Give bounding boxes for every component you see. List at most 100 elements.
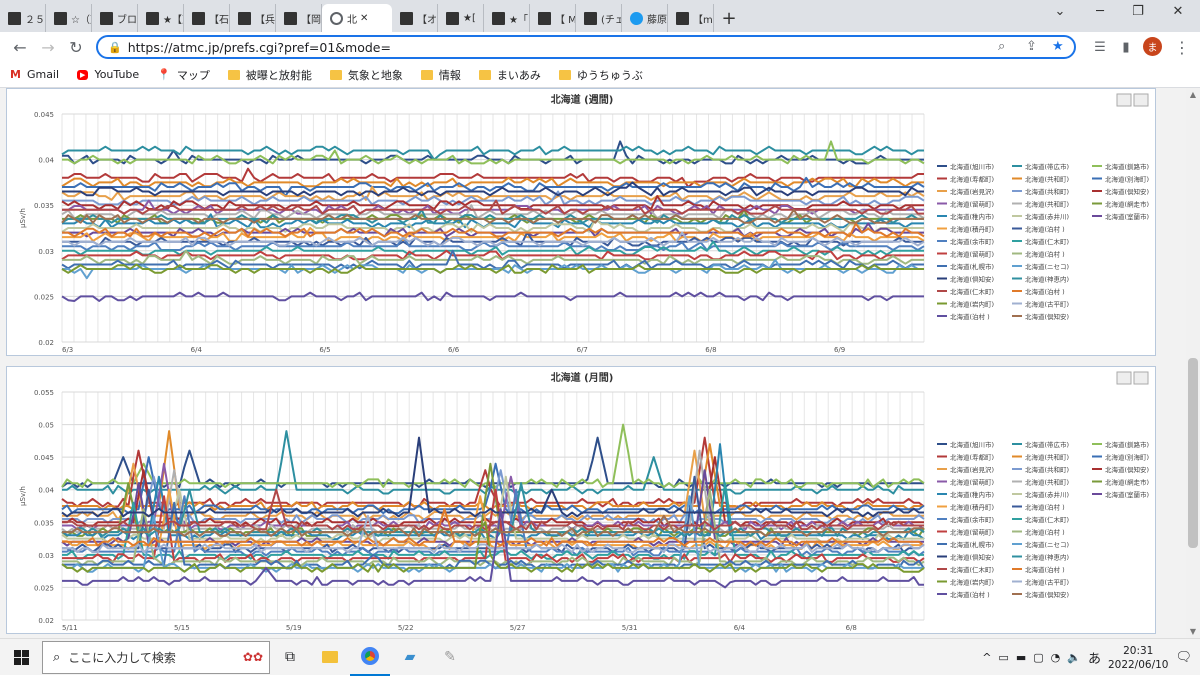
chart-title: 北海道 (週間) (551, 93, 614, 106)
browser-tab[interactable]: 【石川 (184, 4, 230, 32)
x-tick-label: 6/5 (319, 346, 330, 354)
tab-strip: ２５時☆（万 ブログ★【東【石川【兵庫【岡訪北✕【オ★[★「ス【 M(チェ藤原 【m… (0, 0, 1200, 32)
tab-search-icon[interactable]: ⌄ (1040, 4, 1080, 19)
side-panel-icon[interactable]: ▮ (1112, 40, 1140, 55)
legend-item: 北海道(釧路市) (1105, 162, 1149, 171)
browser-tab[interactable]: 【 M (530, 4, 576, 32)
y-tick-label: 0.025 (34, 293, 54, 301)
scroll-up-arrow[interactable]: ▲ (1186, 90, 1200, 99)
browser-tab[interactable]: 【mR (668, 4, 714, 32)
file-explorer-icon[interactable] (310, 639, 350, 676)
close-window-button[interactable]: ✕ (1158, 4, 1198, 19)
browser-tab[interactable]: ★【東 (138, 4, 184, 32)
show-hidden-icons-icon[interactable]: ^ (982, 651, 991, 664)
y-tick-label: 0.04 (38, 487, 54, 495)
task-view-icon[interactable]: ⧉ (270, 639, 310, 676)
reload-button[interactable]: ↻ (62, 38, 90, 57)
x-tick-label: 5/15 (174, 624, 190, 632)
minimize-button[interactable]: ─ (1080, 4, 1120, 19)
globe-icon (330, 11, 343, 25)
bookmark-label: ゆうちゅうぶ (576, 68, 643, 82)
browser-tab[interactable]: 【岡訪 (276, 4, 322, 32)
legend-item: 北海道(帯広市) (1025, 440, 1069, 449)
folder-icon (227, 69, 240, 80)
system-tray: ^ ▭ ▬ ▢ ◔ 🔈 あ 20:31 2022/06/10 🗨 (982, 639, 1192, 676)
browser-tab[interactable]: ブログ (92, 4, 138, 32)
bookmark-item[interactable]: ゆうちゅうぶ (558, 67, 643, 83)
browser-tab[interactable]: ★[ (438, 4, 484, 32)
reading-list-icon[interactable]: ☰ (1086, 40, 1114, 55)
address-bar[interactable]: 🔒 https://atmc.jp/prefs.cgi?pref=01&mode… (96, 35, 1076, 59)
legend-item: 北海道(稚内市) (950, 212, 994, 221)
browser-tab[interactable]: 藤原 (622, 4, 668, 32)
print-button (1116, 371, 1132, 385)
page-content: 北海道 (週間) 0.045 0.04 0.035 0.03 0.025 0.02 6/3 6/… (0, 88, 1186, 638)
browser-tab[interactable]: 北 ✕ (322, 4, 392, 32)
volume-icon[interactable]: 🔈 (1067, 651, 1081, 664)
legend-item: 北海道(余市町) (950, 237, 994, 246)
network-icon[interactable]: ▭ (998, 651, 1008, 664)
profile-avatar[interactable]: ま (1143, 37, 1162, 56)
download-button (1133, 371, 1149, 385)
legend-item: 北海道(余市町) (950, 515, 994, 524)
y-axis-label: µSv/h (19, 208, 27, 228)
tab-title: 【mR (693, 14, 713, 26)
ime-indicator[interactable]: あ (1088, 648, 1101, 667)
forward-button[interactable]: → (34, 38, 62, 57)
bookmark-item[interactable]: ▶ YouTube (77, 68, 139, 81)
browser-tab[interactable]: ☆（万 (46, 4, 92, 32)
zoom-icon[interactable]: ⌕ (998, 39, 1005, 54)
bookmark-item[interactable]: 情報 (420, 67, 461, 83)
site-favicon-icon (8, 11, 21, 25)
bookmark-item[interactable]: M Gmail (10, 68, 59, 81)
legend-item: 北海道(札幌市) (950, 540, 994, 549)
back-button[interactable]: ← (6, 38, 34, 57)
notification-icon[interactable]: 🗨 (1175, 650, 1192, 665)
legend-item: 北海道(網走市) (1105, 200, 1149, 209)
legend-item: 北海道(ニセコ) (1025, 262, 1069, 271)
tab-close-icon[interactable]: ✕ (360, 13, 368, 24)
clock[interactable]: 20:31 2022/06/10 (1108, 644, 1169, 672)
y-tick-label: 0.02 (38, 339, 54, 347)
new-tab-button[interactable]: + (714, 4, 744, 32)
browser-tab[interactable]: ２５時 (0, 4, 46, 32)
y-tick-label: 0.045 (34, 454, 54, 462)
tab-list: ２５時☆（万 ブログ★【東【石川【兵庫【岡訪北✕【オ★[★「ス【 M(チェ藤原 【m… (0, 0, 714, 32)
tab-title: ブログ (117, 14, 137, 26)
x-tick-label: 6/6 (448, 346, 460, 354)
menu-kebab-icon[interactable]: ⋮ (1168, 38, 1196, 57)
bookmark-label: YouTube (94, 68, 140, 81)
legend-item: 北海道(古平町) (1025, 578, 1069, 587)
display-icon[interactable]: ▢ (1033, 651, 1043, 664)
bookmark-item[interactable]: 気象と地象 (329, 67, 403, 83)
lock-icon[interactable]: 🔒 (108, 41, 122, 54)
legend-item: 北海道(倶知安) (1025, 590, 1069, 599)
browser-tab[interactable]: 【兵庫 (230, 4, 276, 32)
taskbar-search-box[interactable]: ⌕ ここに入力して検索 ✿✿ (42, 640, 270, 674)
legend-item: 北海道(倶知安) (1025, 312, 1069, 321)
y-tick-label: 0.035 (34, 519, 54, 527)
y-tick-label: 0.04 (38, 157, 54, 165)
chrome-icon[interactable] (350, 639, 390, 676)
battery-icon[interactable]: ▬ (1016, 651, 1026, 664)
bookmark-star-icon[interactable]: ★ (1052, 39, 1064, 54)
page-scrollbar[interactable]: ▲ ▼ (1186, 88, 1200, 638)
y-tick-label: 0.025 (34, 584, 54, 592)
wifi-icon[interactable]: ◔ (1051, 651, 1061, 664)
scroll-down-arrow[interactable]: ▼ (1186, 627, 1200, 636)
start-button[interactable] (0, 649, 42, 665)
browser-tab[interactable]: ★「ス (484, 4, 530, 32)
url-text[interactable]: https://atmc.jp/prefs.cgi?pref=01&mode= (128, 40, 391, 55)
browser-tab[interactable]: (チェ (576, 4, 622, 32)
browser-tab[interactable]: 【オ (392, 4, 438, 32)
bookmark-item[interactable]: 被曝と放射能 (227, 67, 312, 83)
share-icon[interactable]: ⇪ (1026, 39, 1037, 54)
maximize-button[interactable]: ❐ (1118, 4, 1158, 19)
scroll-thumb[interactable] (1188, 358, 1198, 548)
y-tick-label: 0.035 (34, 202, 54, 210)
app-icon-notepad[interactable]: ▰ (390, 639, 430, 676)
app-icon-pen[interactable]: ✎ (430, 639, 470, 676)
bookmark-item[interactable]: 📍 マップ (157, 67, 210, 83)
bookmark-item[interactable]: まいあみ (478, 67, 541, 83)
x-tick-label: 6/8 (846, 624, 857, 632)
